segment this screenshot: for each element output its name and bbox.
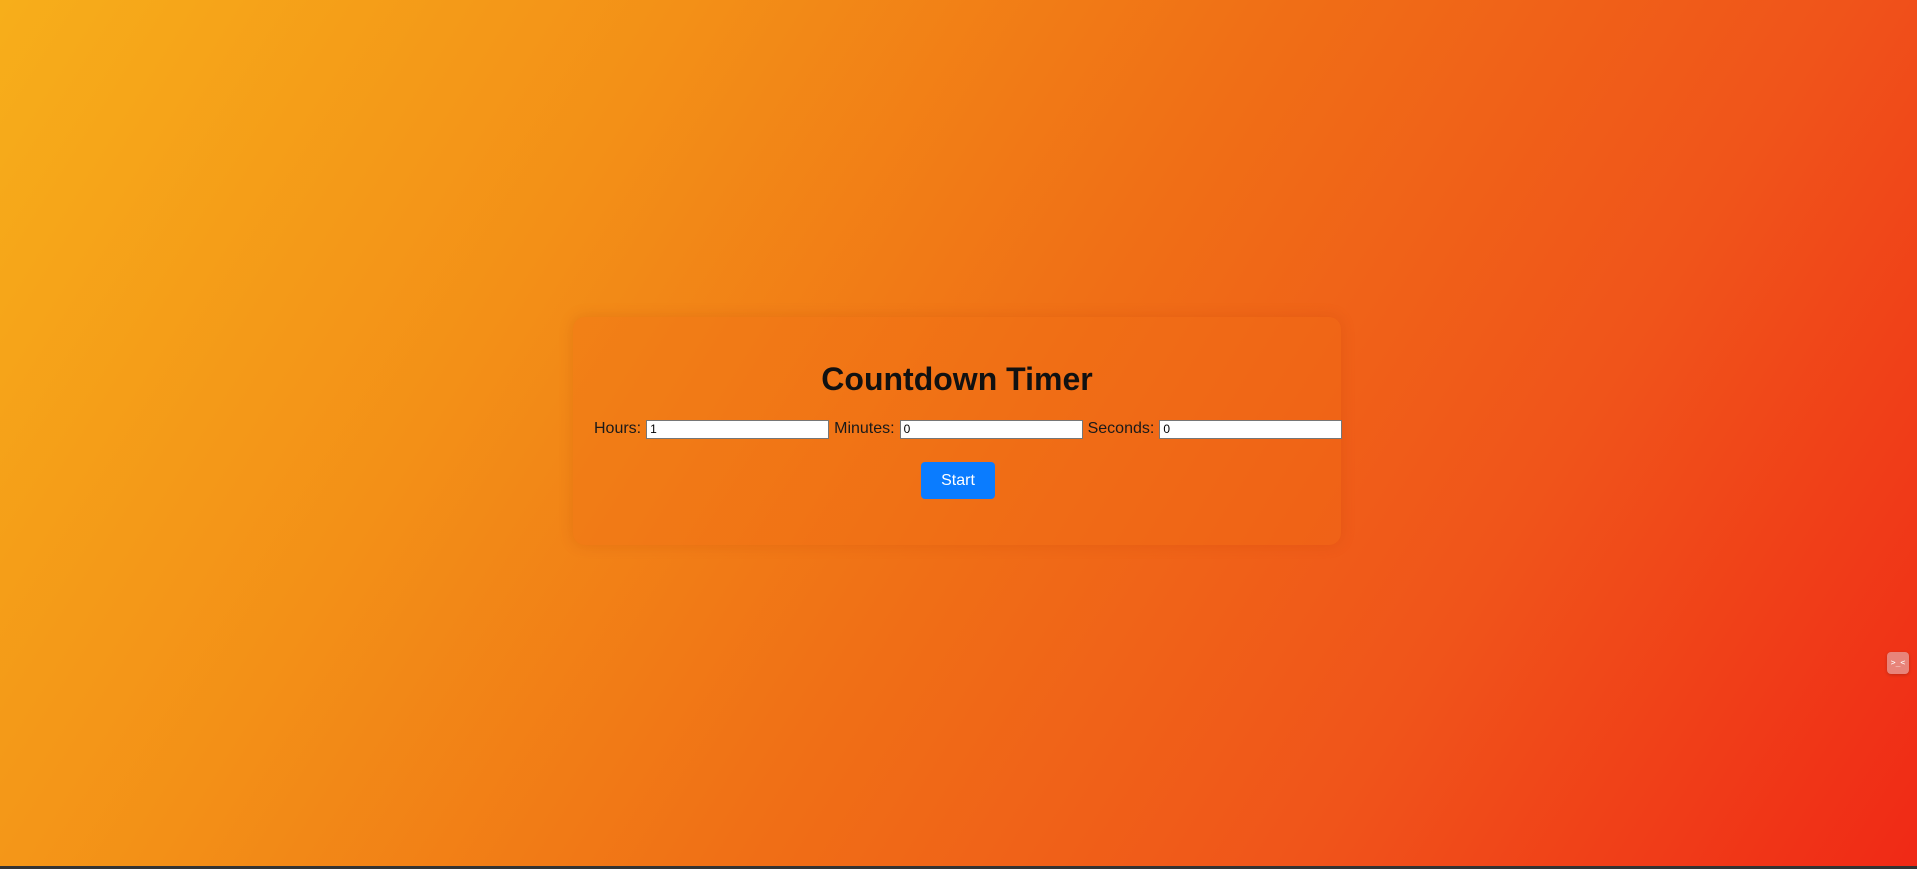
seconds-label: Seconds: <box>1087 420 1155 437</box>
time-inputs-row: Hours: Minutes: Seconds: <box>594 417 1347 441</box>
minutes-label: Minutes: <box>834 420 895 437</box>
hours-input[interactable] <box>646 419 830 439</box>
minutes-input[interactable] <box>899 419 1083 439</box>
start-button[interactable]: Start <box>921 462 995 499</box>
timer-card: Countdown Timer Hours: Minutes: Seconds:… <box>573 317 1343 545</box>
hours-label: Hours: <box>594 420 642 437</box>
seconds-input[interactable] <box>1159 419 1343 439</box>
page-title: Countdown Timer <box>821 361 1093 397</box>
face-icon[interactable]: >_< <box>1887 652 1909 674</box>
